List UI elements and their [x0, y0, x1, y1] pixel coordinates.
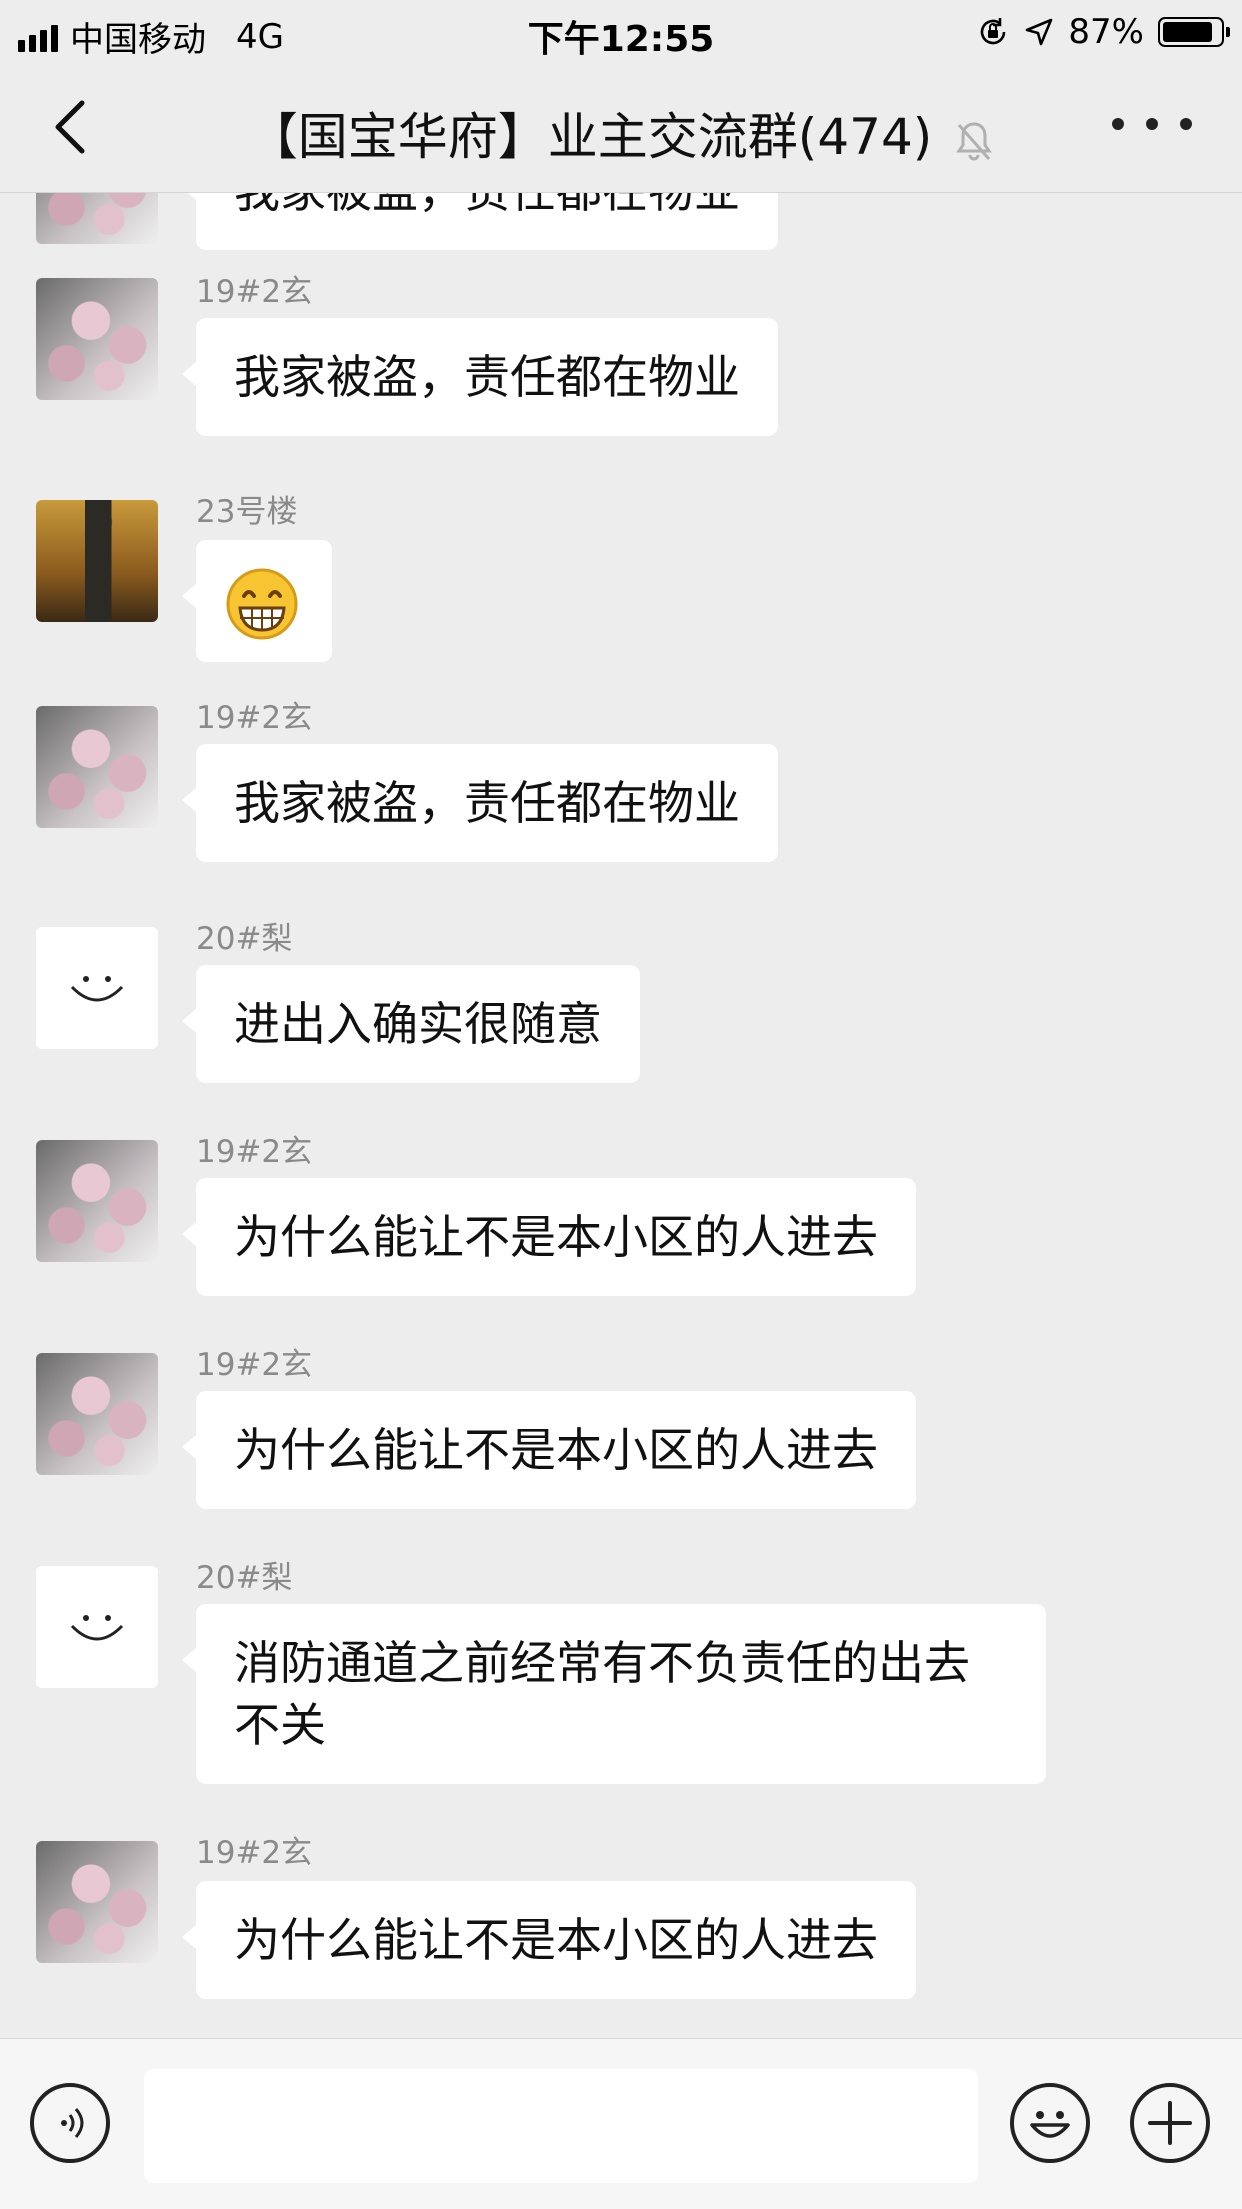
grinning-face-emoji: [226, 568, 298, 640]
smile-avatar[interactable]: [36, 1566, 158, 1688]
nav-bar: 【国宝华府】业主交流群(474): [0, 62, 1242, 193]
flower-avatar[interactable]: [36, 1353, 158, 1475]
more-dot: [1146, 118, 1158, 130]
sender-name: 19#2玄: [196, 700, 313, 736]
chat-title: 【国宝华府】业主交流群(474): [247, 108, 933, 166]
battery-icon: [1158, 17, 1230, 47]
message-text: 我家被盗，责任都在物业: [234, 776, 740, 830]
message-bubble[interactable]: 我家被盗，责任都在物业: [182, 318, 778, 436]
message-input[interactable]: [144, 2069, 978, 2183]
battery-percent: 87%: [1068, 12, 1144, 52]
voice-button[interactable]: [30, 2083, 110, 2163]
movie-avatar[interactable]: [36, 500, 158, 622]
smile-face-icon: [70, 1615, 124, 1641]
flower-avatar[interactable]: [36, 706, 158, 828]
smile-avatar[interactable]: [36, 927, 158, 1049]
flower-avatar[interactable]: [36, 1140, 158, 1262]
flower-avatar[interactable]: [36, 278, 158, 400]
more-button[interactable]: [1112, 104, 1192, 144]
message-bubble[interactable]: 为什么能让不是本小区的人进去: [182, 1881, 916, 1999]
location-icon: [1026, 18, 1053, 46]
message-bubble[interactable]: 消防通道之前经常有不负责任的出去不关: [182, 1604, 1046, 1784]
more-functions-button[interactable]: [1130, 2083, 1210, 2163]
smile-face-icon: [70, 976, 124, 1002]
sender-name: 19#2玄: [196, 274, 313, 310]
battery-fill: [1163, 22, 1212, 42]
message-text: 为什么能让不是本小区的人进去: [234, 1210, 878, 1264]
plus-icon: [1148, 2101, 1192, 2145]
sender-name: 19#2玄: [196, 1835, 313, 1871]
sender-name: 20#梨: [196, 921, 293, 957]
sender-name: 23号楼: [196, 494, 298, 530]
sender-name: 20#梨: [196, 1560, 293, 1596]
sender-name: 19#2玄: [196, 1134, 313, 1170]
message-bubble[interactable]: 为什么能让不是本小区的人进去: [182, 1178, 916, 1296]
message-bubble[interactable]: 进出入确实很随意: [182, 965, 640, 1083]
chat-title-wrap: 【国宝华府】业主交流群(474): [0, 97, 1242, 169]
message-text: 我家被盗，责任都在物业: [234, 350, 740, 404]
mute-bell-icon: [956, 121, 992, 160]
voice-icon: [61, 2108, 84, 2138]
message-text: 消防通道之前经常有不负责任的出去不关: [234, 1636, 970, 1752]
more-dot: [1180, 118, 1192, 130]
flower-avatar[interactable]: [36, 192, 158, 244]
status-bar: 中国移动 4G 下午12:55 87%: [0, 0, 1242, 62]
message-bubble[interactable]: [182, 540, 332, 662]
emoji-button[interactable]: [1010, 2083, 1090, 2163]
sender-name: 19#2玄: [196, 1347, 313, 1383]
message-text: 我家被盗，责任都在物业: [234, 192, 740, 218]
message-bubble[interactable]: 我家被盗，责任都在物业: [182, 192, 778, 250]
emoji-icon: [1030, 2111, 1070, 2138]
message-text: 为什么能让不是本小区的人进去: [234, 1423, 878, 1477]
flower-avatar[interactable]: [36, 1841, 158, 1963]
message-text: 为什么能让不是本小区的人进去: [234, 1913, 878, 1967]
message-bubble[interactable]: 我家被盗，责任都在物业: [182, 744, 778, 862]
message-bubble[interactable]: 为什么能让不是本小区的人进去: [182, 1391, 916, 1509]
rotation-lock-icon: [981, 18, 1006, 45]
chat-message-list[interactable]: 我家被盗，责任都在物业 19#2玄 我家被盗，责任都在物业 23号楼 19#2玄…: [0, 192, 1242, 2038]
status-right: 87%: [976, 12, 1230, 52]
input-bar: [0, 2038, 1242, 2209]
more-dot: [1112, 118, 1124, 130]
message-text: 进出入确实很随意: [234, 997, 602, 1051]
